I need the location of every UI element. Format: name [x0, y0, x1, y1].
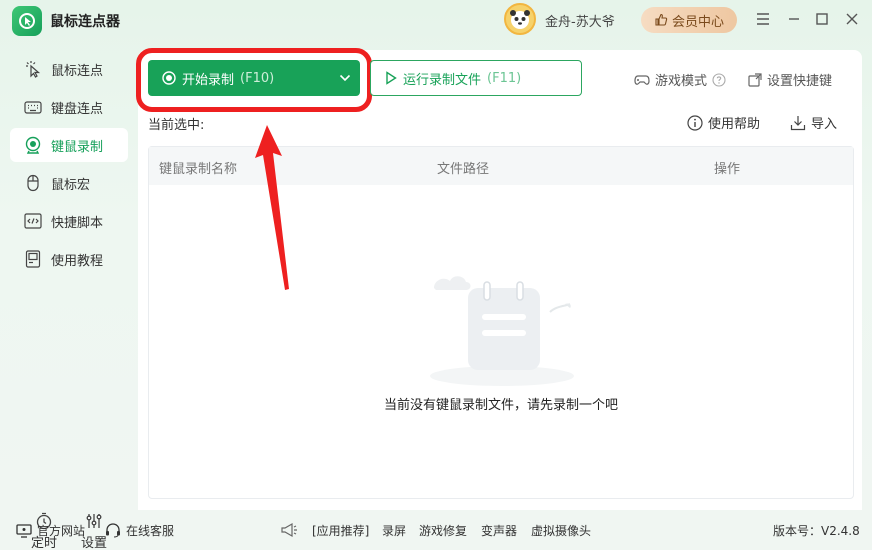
help-label: 使用帮助: [708, 117, 761, 132]
game-mode-toggle[interactable]: 游戏模式: [634, 70, 726, 89]
shortcut-settings-button[interactable]: 设置快捷键: [748, 70, 832, 89]
megaphone-icon: [280, 522, 298, 538]
info-icon: [687, 114, 703, 131]
monitor-icon: [16, 523, 32, 538]
sidebar-item-tutorial[interactable]: 使用教程: [10, 242, 128, 276]
sidebar-item-label: 键盘连点: [51, 101, 104, 117]
keyboard-icon: [23, 97, 43, 117]
online-support-label: 在线客服: [126, 524, 175, 538]
column-header-path: 文件路径: [437, 162, 490, 177]
version-label: 版本号：V2.4.8: [773, 524, 860, 538]
sidebar-item-mouse-macro[interactable]: 鼠标宏: [10, 166, 128, 200]
run-record-file-hotkey: (F11): [487, 70, 522, 86]
game-mode-label: 游戏模式: [655, 74, 708, 89]
app-recommend-label: [应用推荐]: [312, 524, 370, 538]
app-logo-icon: [12, 6, 42, 36]
sidebar-item-quick-script[interactable]: 快捷脚本: [10, 204, 128, 238]
empty-notepad-icon: [430, 276, 574, 386]
help-circle-icon[interactable]: [712, 72, 726, 87]
play-icon: [386, 71, 397, 85]
thumbs-up-icon: [655, 13, 668, 26]
import-icon: [790, 115, 806, 130]
cursor-click-icon: [23, 59, 43, 79]
close-icon[interactable]: [843, 10, 861, 28]
annotation-arrow-icon: [255, 125, 289, 290]
sidebar-item-label: 键鼠录制: [51, 139, 104, 155]
minimize-icon[interactable]: [785, 10, 803, 28]
mouse-icon: [23, 173, 43, 193]
shortcut-icon: [748, 72, 762, 87]
maximize-icon[interactable]: [813, 10, 831, 28]
sidebar-item-label: 鼠标连点: [51, 63, 104, 79]
vip-center-label: 会员中心: [671, 14, 724, 30]
footer: 官方网站 在线客服 [应用推荐] 录屏 游戏修复 变声器 虚拟摄像头 版本号：V…: [0, 510, 872, 550]
code-icon: [23, 211, 43, 231]
import-button[interactable]: 导入: [790, 113, 837, 132]
sidebar-item-label: 快捷脚本: [51, 215, 104, 231]
shortcut-settings-label: 设置快捷键: [767, 74, 833, 89]
tutorial-icon: [23, 249, 43, 269]
sidebar: 鼠标连点 键盘连点 键鼠录制 鼠标宏 快捷脚本 使用教程 定时 设置: [0, 50, 138, 550]
title-bar: 鼠标连点器 金舟-苏大爷 会员中心: [0, 0, 872, 40]
headset-icon: [106, 523, 120, 538]
app-link-voice-changer[interactable]: 变声器: [481, 522, 517, 539]
column-header-actions: 操作: [714, 162, 741, 177]
column-header-name: 键鼠录制名称: [159, 162, 238, 177]
app-link-virtual-camera[interactable]: 虚拟摄像头: [531, 522, 591, 539]
sidebar-item-keyboard-click[interactable]: 键盘连点: [10, 90, 128, 124]
sidebar-item-record[interactable]: 键鼠录制: [10, 128, 128, 162]
user-name[interactable]: 金舟-苏大爷: [545, 11, 615, 30]
run-record-file-button[interactable]: 运行录制文件 (F11): [370, 60, 582, 96]
sidebar-item-label: 使用教程: [51, 253, 104, 269]
highlight-box: [136, 48, 372, 112]
record-icon: [23, 135, 43, 155]
official-website-link[interactable]: 官方网站: [16, 522, 85, 539]
menu-icon[interactable]: [754, 10, 772, 28]
app-link-game-repair[interactable]: 游戏修复: [419, 522, 467, 539]
import-label: 导入: [811, 117, 838, 132]
user-avatar[interactable]: [504, 3, 536, 35]
online-support-link[interactable]: 在线客服: [105, 522, 174, 539]
empty-state-message: 当前没有键鼠录制文件，请先录制一个吧: [383, 398, 618, 413]
current-selection-label: 当前选中:: [148, 118, 205, 133]
sidebar-item-mouse-click[interactable]: 鼠标连点: [10, 52, 128, 86]
sidebar-item-label: 鼠标宏: [51, 177, 91, 193]
app-link-screen-record[interactable]: 录屏: [382, 522, 406, 539]
run-record-file-label: 运行录制文件: [403, 72, 482, 88]
app-title: 鼠标连点器: [50, 14, 120, 30]
help-button[interactable]: 使用帮助: [687, 113, 760, 132]
vip-center-button[interactable]: 会员中心: [641, 7, 737, 33]
official-website-label: 官方网站: [37, 524, 86, 538]
gamepad-icon: [634, 74, 650, 85]
